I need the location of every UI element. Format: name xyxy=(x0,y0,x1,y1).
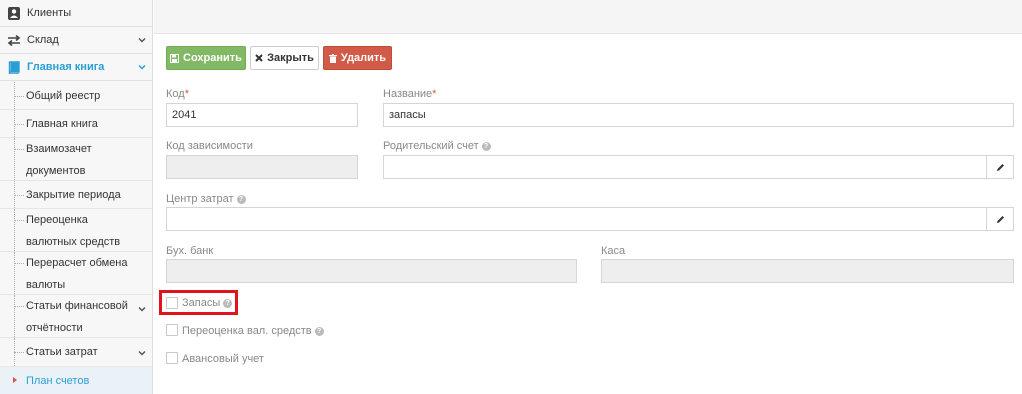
sidebar-subitem-label: Общий реестр xyxy=(26,90,101,102)
top-bar xyxy=(154,0,1022,34)
code-label: Код* xyxy=(166,88,189,100)
parent-account-field[interactable] xyxy=(383,155,987,179)
sidebar-subitem-label: Переоценка валютных средств xyxy=(26,214,121,248)
sidebar-subitem-label: Закрытие периода xyxy=(26,189,121,201)
code-field[interactable]: 2041 xyxy=(166,103,358,127)
user-icon xyxy=(7,6,21,20)
sidebar-subitem-chart-of-accounts[interactable]: План счетов xyxy=(0,367,152,394)
sidebar-subitem-label: Статьи затрат xyxy=(26,346,98,358)
sidebar-subitem-document-offset[interactable]: Взаимозачет документов xyxy=(0,138,152,181)
chevron-down-icon xyxy=(138,37,146,43)
parent-account-edit-button[interactable] xyxy=(986,155,1014,179)
sidebar-subitem-period-closing[interactable]: Закрытие периода xyxy=(0,181,152,209)
sidebar-subitem-label: Статьи финансовой отчётности xyxy=(26,300,128,334)
sidebar-subitem-general-register[interactable]: Общий реестр xyxy=(0,82,152,110)
floppy-icon xyxy=(170,53,180,63)
dependency-code-label: Код зависимости xyxy=(166,140,253,152)
book-icon xyxy=(7,60,21,74)
sidebar-item-label: Склад xyxy=(27,34,59,46)
bank-field xyxy=(166,259,577,283)
transfer-icon xyxy=(7,33,21,47)
delete-button[interactable]: Удалить xyxy=(323,46,392,70)
cash-label: Каса xyxy=(601,245,626,257)
save-button[interactable]: Сохранить xyxy=(166,46,246,70)
help-icon: ? xyxy=(314,326,324,336)
sidebar-item-label: Клиенты xyxy=(27,7,72,19)
highlight-box xyxy=(159,290,238,315)
pencil-icon xyxy=(996,215,1004,223)
sidebar-subitem-cost-items[interactable]: Статьи затрат xyxy=(0,338,152,367)
currency-revaluation-checkbox-label: Переоценка вал. средств? xyxy=(182,325,324,337)
chevron-down-icon xyxy=(138,64,146,70)
sidebar-subitem-general-ledger[interactable]: Главная книга xyxy=(0,110,152,138)
sidebar-subitem-label: Взаимозачет документов xyxy=(26,143,92,177)
cost-center-label: Центр затрат? xyxy=(166,193,246,205)
cost-center-field[interactable] xyxy=(166,207,987,231)
sidebar-item-warehouse[interactable]: Склад xyxy=(0,27,152,54)
cost-center-edit-button[interactable] xyxy=(986,207,1014,231)
help-icon: ? xyxy=(481,141,491,151)
sidebar-item-clients[interactable]: Клиенты xyxy=(0,0,152,27)
sidebar-subitem-exchange-recalc[interactable]: Перерасчет обмена валюты xyxy=(0,252,152,295)
sidebar-subitem-financial-statements[interactable]: Статьи финансовой отчётности xyxy=(0,295,152,338)
bank-label: Бух. банк xyxy=(166,245,214,257)
trash-icon xyxy=(328,53,337,63)
chevron-down-icon xyxy=(138,306,146,312)
parent-account-label: Родительский счет? xyxy=(383,140,491,152)
caret-right-icon xyxy=(13,377,17,383)
chevron-down-icon xyxy=(138,350,146,356)
sidebar-item-general-ledger[interactable]: Главная книга xyxy=(0,54,152,81)
close-button-label: Закрыть xyxy=(267,52,314,64)
sidebar-subitem-label: Перерасчет обмена валюты xyxy=(26,257,128,291)
cash-field xyxy=(601,259,1014,283)
sidebar: Клиенты Склад Главная книга Общий реестр… xyxy=(0,0,153,394)
help-icon: ? xyxy=(236,194,246,204)
close-icon xyxy=(255,54,263,62)
pencil-icon xyxy=(996,163,1004,171)
sidebar-subitem-label: Главная книга xyxy=(26,118,98,130)
sidebar-item-label: Главная книга xyxy=(27,61,105,73)
name-field[interactable]: запасы xyxy=(383,103,1014,127)
delete-button-label: Удалить xyxy=(340,52,387,64)
currency-revaluation-checkbox[interactable] xyxy=(166,324,178,336)
dependency-code-field xyxy=(166,155,358,179)
sidebar-subitem-label: План счетов xyxy=(26,375,90,387)
name-label: Название* xyxy=(383,88,437,100)
advance-accounting-checkbox[interactable] xyxy=(166,352,178,364)
sidebar-subitem-currency-revaluation[interactable]: Переоценка валютных средств xyxy=(0,209,152,252)
close-button[interactable]: Закрыть xyxy=(250,46,319,70)
save-button-label: Сохранить xyxy=(183,52,242,64)
advance-accounting-checkbox-label: Авансовый учет xyxy=(182,353,264,365)
